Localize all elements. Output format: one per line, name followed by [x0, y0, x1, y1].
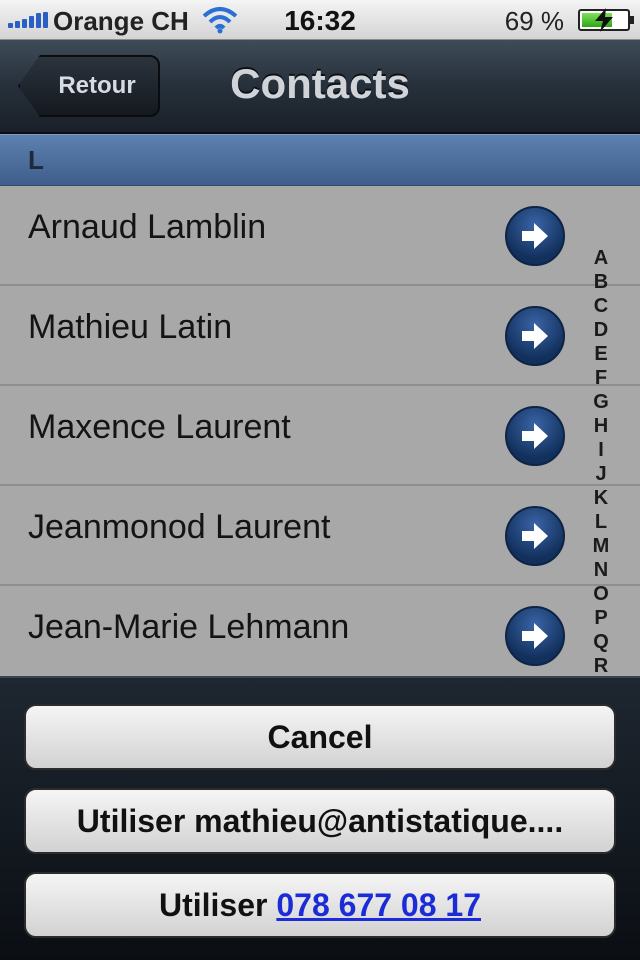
action-sheet: Cancel Utiliser mathieu@antistatique....…: [0, 676, 640, 960]
index-letter[interactable]: M: [586, 534, 616, 558]
index-letter[interactable]: C: [586, 294, 616, 318]
index-letter[interactable]: F: [586, 366, 616, 390]
list-item[interactable]: Arnaud Lamblin: [0, 186, 640, 286]
section-header: L: [0, 134, 640, 186]
index-letter[interactable]: B: [586, 270, 616, 294]
disclosure-arrow-icon[interactable]: [505, 406, 565, 466]
battery-percentage: 69 %: [504, 6, 564, 36]
contact-name: Mathieu Latin: [28, 308, 233, 346]
status-bar: Orange CH 16:32 69 %: [0, 0, 640, 40]
disclosure-arrow-icon[interactable]: [505, 606, 565, 666]
index-letter[interactable]: L: [586, 510, 616, 534]
use-phone-prefix: Utiliser: [158, 887, 268, 923]
index-letter[interactable]: Q: [586, 630, 616, 654]
index-letter[interactable]: A: [586, 246, 616, 270]
use-email-button[interactable]: Utiliser mathieu@antistatique....: [24, 788, 616, 854]
index-letter[interactable]: D: [586, 318, 616, 342]
navigation-bar: Retour Contacts: [0, 40, 640, 134]
contact-name: Jean-Marie Lehmann: [28, 608, 350, 646]
phone-number-link[interactable]: 078 677 08 17: [276, 887, 481, 923]
alphabet-index[interactable]: A B C D E F G H I J K L M N O P Q R: [586, 246, 616, 678]
cancel-button[interactable]: Cancel: [24, 704, 616, 770]
index-letter[interactable]: P: [586, 606, 616, 630]
list-item[interactable]: Jeanmonod Laurent: [0, 486, 640, 586]
battery-icon: [578, 8, 634, 32]
list-item[interactable]: Jean-Marie Lehmann: [0, 586, 640, 676]
contact-name: Maxence Laurent: [28, 408, 291, 446]
index-letter[interactable]: J: [586, 462, 616, 486]
list-item[interactable]: Mathieu Latin: [0, 286, 640, 386]
index-letter[interactable]: N: [586, 558, 616, 582]
contact-name: Jeanmonod Laurent: [28, 508, 331, 546]
index-letter[interactable]: I: [586, 438, 616, 462]
index-letter[interactable]: E: [586, 342, 616, 366]
list-item[interactable]: Maxence Laurent: [0, 386, 640, 486]
index-letter[interactable]: K: [586, 486, 616, 510]
disclosure-arrow-icon[interactable]: [505, 506, 565, 566]
page-title: Contacts: [230, 60, 410, 107]
disclosure-arrow-icon[interactable]: [505, 306, 565, 366]
index-letter[interactable]: H: [586, 414, 616, 438]
index-letter[interactable]: G: [586, 390, 616, 414]
disclosure-arrow-icon[interactable]: [505, 206, 565, 266]
use-phone-button[interactable]: Utiliser 078 677 08 17: [24, 872, 616, 938]
contact-list[interactable]: Arnaud Lamblin Mathieu Latin Maxence Lau…: [0, 186, 640, 676]
index-letter[interactable]: O: [586, 582, 616, 606]
index-letter[interactable]: R: [586, 654, 616, 678]
contact-name: Arnaud Lamblin: [28, 208, 267, 246]
